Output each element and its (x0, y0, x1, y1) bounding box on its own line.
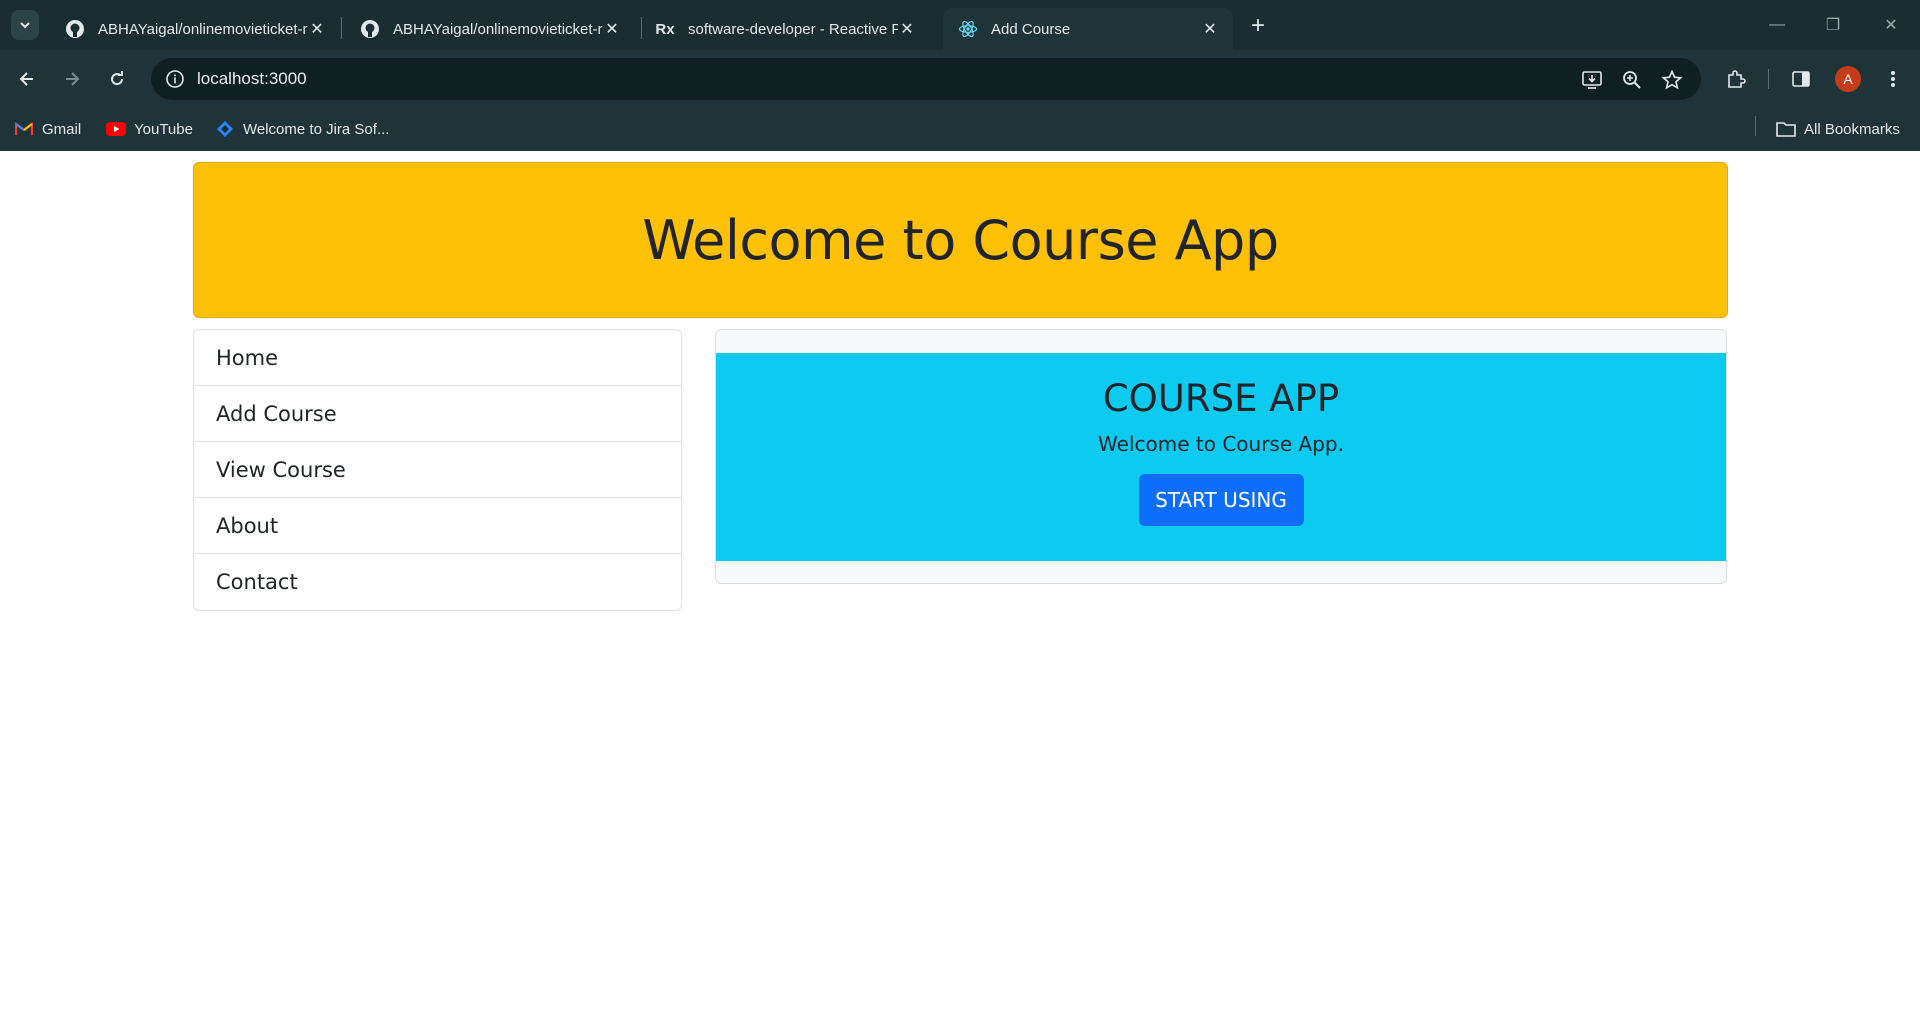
forward-button[interactable] (57, 64, 87, 94)
close-icon[interactable]: ✕ (601, 18, 623, 40)
restore-icon[interactable]: ❐ (1810, 10, 1856, 40)
close-icon[interactable]: ✕ (896, 18, 918, 40)
tab-github-2[interactable]: ABHAYaigal/onlinemovieticket-r ✕ (345, 8, 635, 50)
folder-icon (1776, 119, 1796, 139)
site-info-icon[interactable] (163, 67, 187, 91)
all-bookmarks[interactable]: All Bookmarks (1776, 117, 1900, 141)
menu-item-home[interactable]: Home (194, 330, 681, 386)
new-tab-button[interactable]: + (1244, 12, 1272, 40)
extensions-icon[interactable] (1721, 64, 1751, 94)
bookmark-youtube[interactable]: YouTube (106, 117, 193, 141)
page-title: Welcome to Course App (642, 208, 1279, 272)
side-panel-icon[interactable] (1786, 64, 1816, 94)
menu-item-view-course[interactable]: View Course (194, 442, 681, 498)
browser-toolbar: localhost:3000 A (0, 50, 1920, 107)
tab-add-course[interactable]: Add Course ✕ (943, 8, 1233, 50)
tab-divider (341, 17, 342, 39)
close-icon[interactable]: ✕ (306, 18, 328, 40)
rx-icon: Rx (655, 20, 675, 38)
jira-icon (215, 119, 235, 139)
reload-icon (111, 71, 124, 86)
bookmark-star-icon[interactable] (1659, 67, 1685, 93)
github-icon (359, 18, 381, 40)
toolbar-divider (1768, 69, 1769, 89)
tab-github-1[interactable]: ABHAYaigal/onlinemovieticket-r ✕ (50, 8, 340, 50)
url-text: localhost:3000 (197, 69, 307, 88)
minimize-icon[interactable]: — (1754, 10, 1800, 40)
gmail-icon (14, 119, 34, 139)
reload-button[interactable] (102, 64, 132, 94)
menu-item-contact[interactable]: Contact (194, 554, 681, 610)
hero-text: Welcome to Course App. (1098, 432, 1344, 456)
tab-label: ABHAYaigal/onlinemovieticket-r (393, 20, 603, 38)
bookmarks-divider (1755, 116, 1756, 136)
app-header: Welcome to Course App (193, 162, 1728, 318)
tab-search-button[interactable] (11, 10, 39, 40)
bookmark-label: Gmail (42, 120, 82, 138)
bookmark-label: Welcome to Jira Sof... (243, 120, 390, 138)
zoom-icon[interactable] (1619, 67, 1645, 93)
address-bar[interactable]: localhost:3000 (151, 58, 1701, 100)
back-button[interactable] (12, 64, 42, 94)
bookmarks-bar: Gmail YouTube Welcome to Jira Sof... All… (0, 107, 1920, 151)
install-app-icon[interactable] (1579, 67, 1605, 93)
tab-reactive[interactable]: Rx software-developer - Reactive P ✕ (640, 8, 930, 50)
menu-dots-icon[interactable] (1878, 64, 1908, 94)
tab-label: Add Course (991, 20, 1071, 38)
menu-item-about[interactable]: About (194, 498, 681, 554)
menu-item-add-course[interactable]: Add Course (194, 386, 681, 442)
arrow-right-icon (66, 72, 80, 86)
bookmark-gmail[interactable]: Gmail (14, 117, 81, 141)
bookmark-label: YouTube (134, 120, 193, 138)
react-icon (957, 18, 979, 40)
side-menu: Home Add Course View Course About Contac… (193, 329, 682, 611)
tab-strip: ABHAYaigal/onlinemovieticket-r ✕ ABHAYai… (0, 0, 1920, 50)
chevron-down-icon (20, 22, 30, 29)
github-icon (64, 18, 86, 40)
home-card: COURSE APP Welcome to Course App. START … (715, 329, 1727, 584)
arrow-left-icon (19, 72, 33, 86)
hero-title: COURSE APP (1102, 377, 1340, 420)
browser-chrome: ABHAYaigal/onlinemovieticket-r ✕ ABHAYai… (0, 0, 1920, 151)
hero-banner: COURSE APP Welcome to Course App. START … (716, 353, 1726, 561)
bookmark-jira[interactable]: Welcome to Jira Sof... (215, 117, 389, 141)
youtube-icon (106, 119, 126, 139)
close-icon[interactable]: ✕ (1199, 18, 1221, 40)
all-bookmarks-label: All Bookmarks (1804, 120, 1900, 138)
page-content: Welcome to Course App Home Add Course Vi… (0, 151, 1920, 1013)
tab-label: ABHAYaigal/onlinemovieticket-r (98, 20, 308, 38)
start-using-button[interactable]: START USING (1138, 474, 1304, 526)
tab-label: software-developer - Reactive P (688, 20, 898, 38)
profile-avatar[interactable]: A (1835, 66, 1861, 92)
close-window-icon[interactable]: ✕ (1868, 10, 1914, 40)
